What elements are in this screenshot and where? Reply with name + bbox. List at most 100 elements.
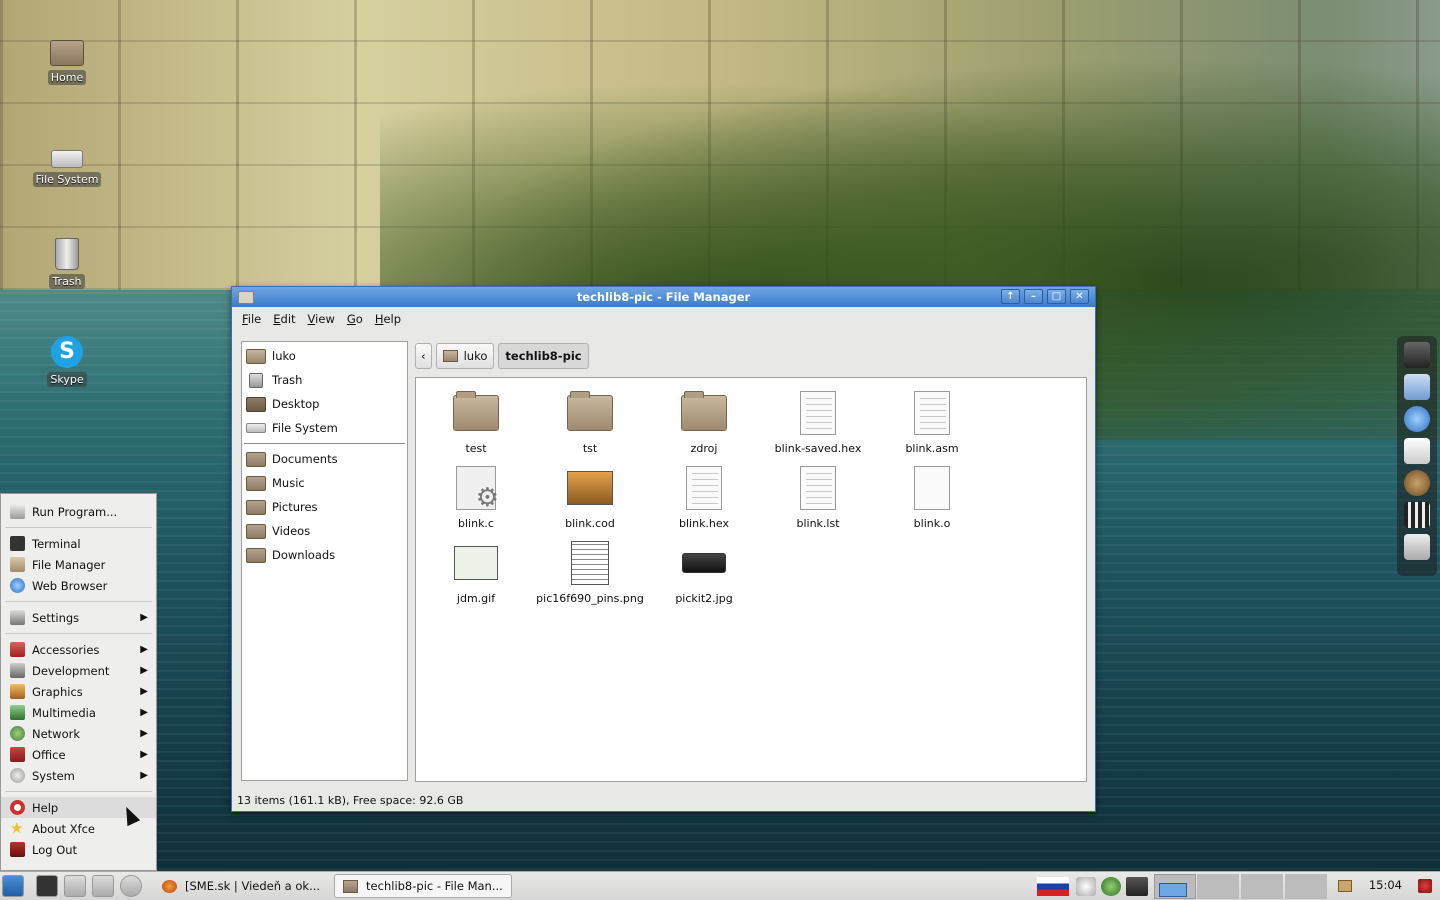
file-name: pic16f690_pins.png — [536, 592, 644, 605]
clock[interactable]: 15:04 — [1369, 878, 1402, 892]
file-item[interactable]: blink.o — [875, 463, 989, 530]
file-item[interactable]: blink.hex — [647, 463, 761, 530]
star-icon: ★ — [10, 819, 24, 837]
text-file-icon — [800, 391, 836, 435]
sidebar-item-documents[interactable]: Documents — [242, 447, 407, 471]
update-icon[interactable] — [1101, 877, 1121, 896]
file-item[interactable]: blink.cod — [533, 463, 647, 530]
folder-icon — [567, 391, 613, 431]
menu-item-development[interactable]: Development ▶ — [1, 660, 156, 681]
menu-item-accessories[interactable]: Accessories ▶ — [1, 639, 156, 660]
xfce-menu-button[interactable] — [2, 875, 24, 897]
sidebar-item-label: Videos — [272, 524, 311, 538]
close-button[interactable]: ✕ — [1070, 289, 1089, 304]
menu-item-office[interactable]: Office ▶ — [1, 744, 156, 765]
terminal-icon[interactable] — [36, 875, 58, 897]
task-file-manager[interactable]: techlib8-pic - File Man... — [334, 874, 512, 898]
sidebar-item-desktop[interactable]: Desktop — [242, 392, 407, 416]
sidebar-item-filesystem[interactable]: File System — [242, 416, 407, 440]
keyboard-icon[interactable] — [1338, 880, 1352, 892]
network-status-icon[interactable] — [1076, 877, 1096, 896]
file-item[interactable]: pickit2.jpg — [647, 538, 761, 605]
menu-edit[interactable]: Edit — [267, 312, 301, 326]
menu-item-label: Settings — [32, 610, 80, 625]
side-pane: luko Trash Desktop File System Documents… — [241, 341, 408, 781]
slovak-flag-icon[interactable] — [1037, 877, 1069, 896]
workspace-4[interactable] — [1285, 874, 1327, 899]
file-item[interactable]: test — [419, 388, 533, 455]
file-item[interactable]: jdm.gif — [419, 538, 533, 605]
chevron-right-icon: ▶ — [140, 749, 148, 760]
menu-help[interactable]: Help — [369, 312, 407, 326]
file-name: pickit2.jpg — [675, 592, 733, 605]
file-manager-icon[interactable] — [92, 875, 114, 897]
terminal-icon[interactable] — [1404, 342, 1430, 368]
firefox-icon — [162, 879, 177, 893]
action-button-icon[interactable] — [1418, 879, 1432, 893]
path-button-label: techlib8-pic — [505, 349, 582, 363]
desktop-icon-filesystem[interactable]: File System — [27, 136, 107, 187]
file-item[interactable]: blink.c — [419, 463, 533, 530]
file-item[interactable]: tst — [533, 388, 647, 455]
menu-item-label: About Xfce — [32, 821, 95, 836]
path-button-home[interactable]: luko — [435, 343, 495, 369]
menu-item-terminal[interactable]: Terminal — [1, 533, 156, 554]
mail-icon[interactable] — [1404, 438, 1430, 464]
file-item[interactable]: blink.lst — [761, 463, 875, 530]
menu-go[interactable]: Go — [341, 312, 369, 326]
workspace-3[interactable] — [1241, 874, 1283, 899]
calendar-icon[interactable] — [1404, 534, 1430, 560]
desktop-icon-trash[interactable]: Trash — [27, 234, 107, 289]
menu-item-network[interactable]: Network ▶ — [1, 723, 156, 744]
file-item[interactable]: blink-saved.hex — [761, 388, 875, 455]
globe-icon[interactable] — [1404, 406, 1430, 432]
menu-item-web-browser[interactable]: Web Browser — [1, 575, 156, 596]
file-item[interactable]: blink.asm — [875, 388, 989, 455]
desktop-icon-home[interactable]: Home — [27, 34, 107, 85]
file-item[interactable]: zdroj — [647, 388, 761, 455]
menu-item-multimedia[interactable]: Multimedia ▶ — [1, 702, 156, 723]
workspace-1[interactable] — [1154, 874, 1196, 899]
browser-icon[interactable] — [120, 875, 142, 897]
sidebar-item-label: Music — [272, 476, 305, 490]
menu-item-run-program[interactable]: Run Program... — [1, 501, 156, 522]
sidebar-item-trash[interactable]: Trash — [242, 368, 407, 392]
trash-icon — [249, 372, 263, 388]
title-bar[interactable]: techlib8-pic - File Manager ↑ – □ ✕ — [232, 287, 1095, 307]
menu-item-file-manager[interactable]: File Manager — [1, 554, 156, 575]
sidebar-item-pictures[interactable]: Pictures — [242, 495, 407, 519]
right-dock — [1397, 336, 1437, 576]
home-folder-icon[interactable] — [1404, 374, 1430, 400]
display-icon[interactable] — [1126, 877, 1148, 896]
sidebar-item-home[interactable]: luko — [242, 344, 407, 368]
sidebar-item-videos[interactable]: Videos — [242, 519, 407, 543]
sidebar-item-label: Documents — [272, 452, 338, 466]
video-editor-icon[interactable] — [1404, 502, 1430, 528]
minimize-button[interactable]: – — [1024, 289, 1043, 304]
file-name: tst — [582, 442, 598, 455]
menu-item-label: Terminal — [32, 536, 81, 551]
chevron-right-icon: ▶ — [140, 665, 148, 676]
gimp-icon[interactable] — [1404, 470, 1430, 496]
maximize-button[interactable]: □ — [1047, 289, 1066, 304]
path-button-current[interactable]: techlib8-pic — [498, 343, 589, 369]
back-button[interactable]: ‹ — [415, 343, 432, 369]
menu-item-log-out[interactable]: Log Out — [1, 839, 156, 860]
menu-file[interactable]: File — [236, 312, 267, 326]
desktop-icon-skype[interactable]: S Skype — [27, 336, 107, 387]
help-icon — [10, 800, 25, 815]
sidebar-item-downloads[interactable]: Downloads — [242, 543, 407, 567]
workspace-2[interactable] — [1197, 874, 1239, 899]
image-thumbnail-icon — [571, 541, 609, 585]
shade-button[interactable]: ↑ — [1001, 289, 1020, 304]
menu-item-system[interactable]: System ▶ — [1, 765, 156, 786]
menu-view[interactable]: View — [302, 312, 341, 326]
text-editor-icon[interactable] — [64, 875, 86, 897]
file-name: jdm.gif — [456, 592, 496, 605]
folder-icon — [343, 879, 359, 893]
sidebar-item-music[interactable]: Music — [242, 471, 407, 495]
menu-item-graphics[interactable]: Graphics ▶ — [1, 681, 156, 702]
file-item[interactable]: pic16f690_pins.png — [533, 538, 647, 605]
menu-item-settings[interactable]: Settings ▶ — [1, 607, 156, 628]
task-browser[interactable]: [SME.sk | Viedeň a ok... — [154, 874, 328, 898]
